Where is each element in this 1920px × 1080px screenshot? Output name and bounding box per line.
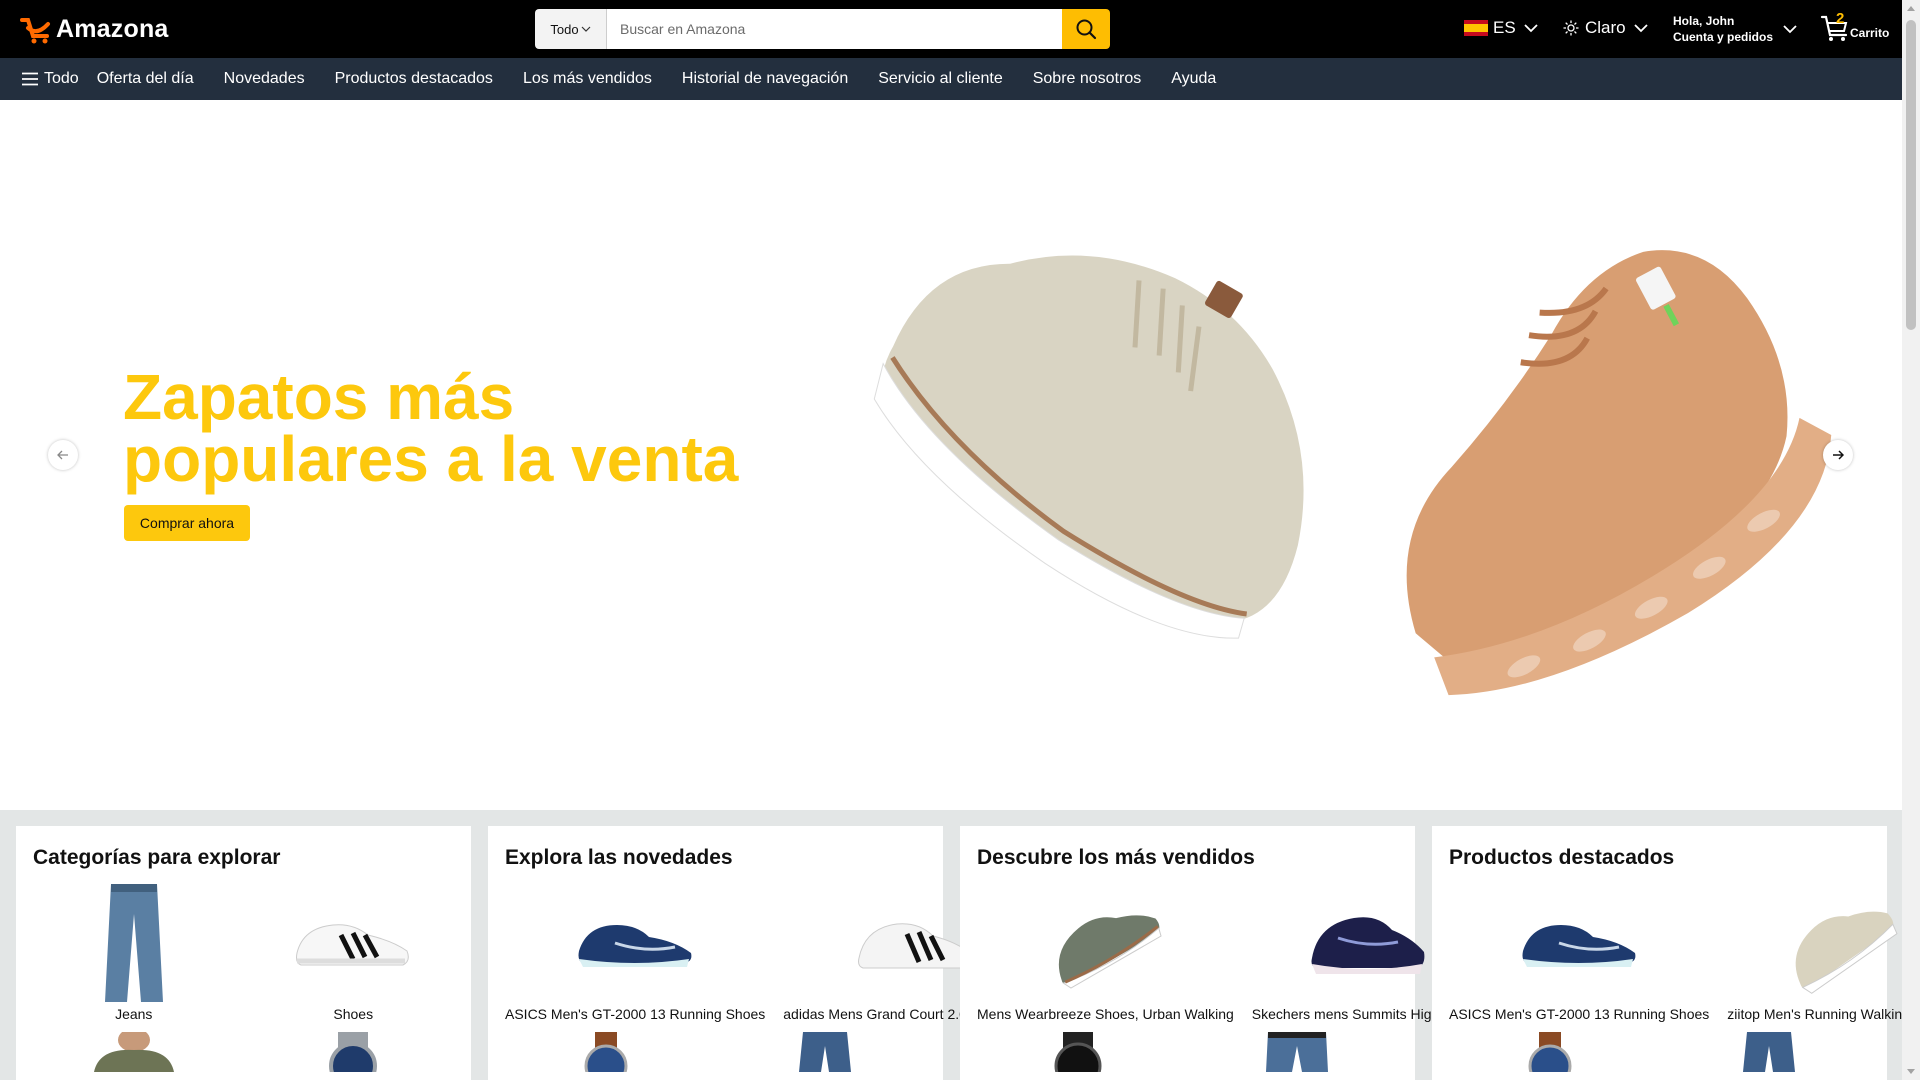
product-tile[interactable] — [1449, 1032, 1651, 1072]
account-menu[interactable]: Hola, John Cuenta y pedidos — [1673, 13, 1797, 45]
shirt-image — [93, 1032, 174, 1072]
card-best-sellers: Descubre los más vendidos Mens Wearbreez… — [960, 826, 1484, 1080]
card-title: Explora las novedades — [505, 846, 733, 869]
scroll-up-icon[interactable] — [1907, 6, 1915, 11]
tile-caption: ASICS Men's GT-2000 13 Running Shoes — [1449, 1006, 1710, 1022]
logo-text: Amazona — [56, 14, 169, 43]
product-tile[interactable] — [1669, 1032, 1871, 1072]
account-greeting: Hola, John — [1673, 14, 1735, 28]
hero-shoes-image — [873, 250, 1832, 696]
carousel-prev-button[interactable] — [48, 440, 78, 470]
arrow-left-icon — [57, 450, 68, 460]
nav-link-mas-vendidos[interactable]: Los más vendidos — [523, 70, 652, 88]
jeans-image — [799, 1032, 852, 1072]
search-button[interactable] — [1062, 9, 1110, 49]
all-menu-button[interactable]: Todo — [22, 70, 79, 88]
logo-cart-icon — [20, 18, 50, 44]
hero-banner: Zapatos más populares a la venta Comprar… — [0, 100, 1902, 810]
nav-link-sobre[interactable]: Sobre nosotros — [1033, 70, 1142, 88]
chevron-down-icon — [581, 26, 591, 32]
account-label: Cuenta y pedidos — [1673, 30, 1774, 44]
category-tile-shoes[interactable]: Shoes — [253, 884, 455, 1022]
nav-link-ayuda[interactable]: Ayuda — [1171, 70, 1216, 88]
jeans-image — [1266, 1032, 1329, 1072]
product-tile[interactable] — [725, 1032, 927, 1072]
card-new-arrivals: Explora las novedades ASICS Men's GT-200… — [488, 826, 1048, 1080]
hamburger-icon — [22, 72, 38, 86]
search-input[interactable] — [607, 9, 1062, 49]
account-text: Hola, John Cuenta y pedidos — [1673, 13, 1773, 45]
scroll-down-icon[interactable] — [1907, 1069, 1915, 1074]
walking-shoe-image — [1059, 915, 1163, 989]
product-tile[interactable] — [977, 1032, 1179, 1072]
theme-selector[interactable]: Claro — [1563, 18, 1648, 38]
language-label: ES — [1493, 18, 1516, 37]
chevron-down-icon — [1633, 24, 1648, 33]
search-bar: Todo — [535, 9, 1110, 49]
product-tile[interactable] — [505, 1032, 707, 1072]
all-menu-label: Todo — [44, 70, 79, 87]
sneaker-image — [296, 924, 410, 966]
category-tile-shirts[interactable] — [33, 1032, 235, 1072]
nav-link-oferta[interactable]: Oferta del día — [97, 70, 194, 88]
card-title: Productos destacados — [1449, 846, 1675, 869]
tile-caption: Jeans — [115, 1006, 153, 1022]
tile-caption: ASICS Men's GT-2000 13 Running Shoes — [505, 1006, 766, 1022]
search-category-select[interactable]: Todo — [535, 9, 607, 49]
card-featured: Productos destacados ASICS Men's GT-2000… — [1432, 826, 1920, 1080]
chevron-down-icon — [1524, 24, 1538, 33]
cart-icon — [1820, 15, 1848, 41]
walking-shoe-image — [1796, 911, 1898, 994]
card-title: Descubre los más vendidos — [977, 846, 1255, 869]
card-title: Categorías para explorar — [33, 846, 281, 869]
watch-image — [584, 1032, 628, 1072]
product-tile[interactable]: Mens Wearbreeze Shoes, Urban Walking — [977, 884, 1234, 1022]
card-categories: Categorías para explorar Jeans Shoes — [16, 826, 471, 1080]
spain-flag-icon — [1464, 20, 1488, 36]
search-icon — [1076, 19, 1097, 40]
product-tile[interactable]: ASICS Men's GT-2000 13 Running Shoes — [505, 884, 765, 1022]
search-category-label: Todo — [550, 21, 579, 37]
cart-count: 2 — [1836, 10, 1845, 27]
tile-caption: Shoes — [333, 1006, 374, 1022]
logo[interactable]: Amazona — [20, 14, 169, 44]
product-tile[interactable] — [1197, 1032, 1399, 1072]
nav-link-destacados[interactable]: Productos destacados — [335, 70, 493, 88]
arrow-right-icon — [1833, 450, 1844, 460]
category-tile-watches[interactable] — [253, 1032, 455, 1072]
watch-image — [1054, 1032, 1102, 1072]
watch-image — [1528, 1032, 1572, 1072]
sneaker-image — [1311, 917, 1425, 974]
jeans-image — [1743, 1032, 1796, 1072]
chevron-down-icon — [1783, 25, 1797, 34]
theme-label: Claro — [1585, 18, 1626, 37]
running-shoe-image — [1522, 925, 1636, 967]
product-tile[interactable]: ziitop Men's Running Walking Shoes — [1727, 884, 1920, 1022]
hero-title: Zapatos más populares a la venta — [123, 361, 739, 495]
carousel-next-button[interactable] — [1823, 440, 1853, 470]
sun-icon — [1563, 20, 1579, 36]
scrollbar-thumb[interactable] — [1906, 20, 1916, 330]
page-scrollbar[interactable] — [1902, 0, 1920, 1080]
tile-caption: Mens Wearbreeze Shoes, Urban Walking — [977, 1006, 1234, 1022]
watch-image — [329, 1032, 378, 1072]
jeans-image — [104, 884, 163, 1002]
nav-link-historial[interactable]: Historial de navegación — [682, 70, 848, 88]
nav-bar: Todo Oferta del día Novedades Productos … — [0, 58, 1902, 100]
top-header: Amazona Todo ES Claro Hola, John Cuenta … — [0, 0, 1902, 58]
sneaker-image — [858, 923, 973, 969]
cart-button[interactable]: 2 Carrito — [1820, 10, 1890, 43]
tile-caption: ziitop Men's Running Walking Shoes — [1727, 1006, 1920, 1022]
nav-link-servicio[interactable]: Servicio al cliente — [878, 70, 1003, 88]
cart-label: Carrito — [1850, 26, 1890, 40]
running-shoe-image — [578, 925, 692, 967]
language-selector[interactable]: ES — [1464, 18, 1538, 38]
shop-now-button[interactable]: Comprar ahora — [124, 505, 250, 541]
product-tile[interactable]: ASICS Men's GT-2000 13 Running Shoes — [1449, 884, 1709, 1022]
nav-link-novedades[interactable]: Novedades — [224, 70, 305, 88]
category-tile-jeans[interactable]: Jeans — [33, 884, 235, 1022]
